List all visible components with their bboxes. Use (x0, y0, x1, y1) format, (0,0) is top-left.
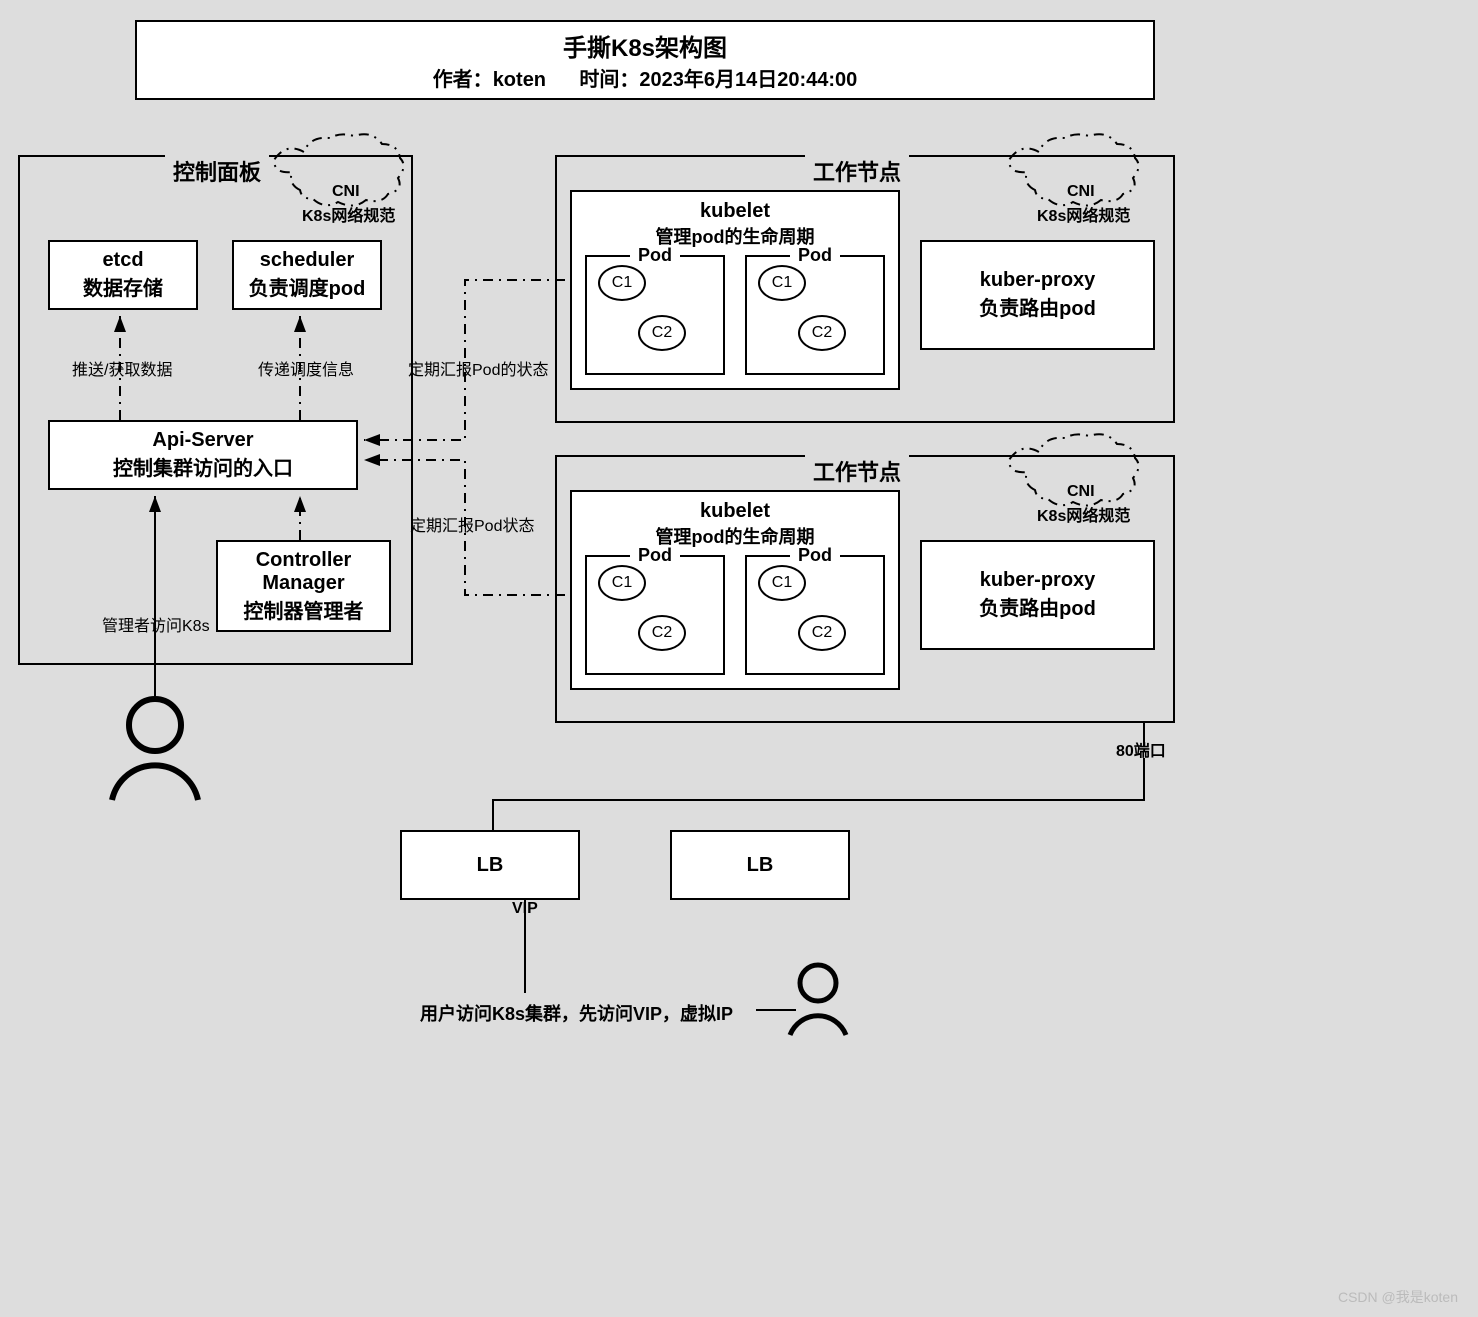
header-box: 手撕K8s架构图 作者：koten 时间：2023年6月14日20:44:00 (135, 20, 1155, 100)
ctrl-l1: Controller (256, 549, 352, 572)
pod-2a-c2: C2 (638, 615, 686, 651)
scheduler-l1: scheduler (260, 249, 354, 272)
lb2-label: LB (747, 854, 774, 877)
cni-control-l1: CNI (332, 183, 360, 201)
pod-2b-title: Pod (790, 545, 840, 566)
kubelet2-l1: kubelet (700, 500, 770, 523)
lb-box-1: LB (400, 830, 580, 900)
pod-2b-c2: C2 (798, 615, 846, 651)
kubeproxy-box-2: kuber-proxy 负责路由pod (920, 540, 1155, 650)
user-access-label: 用户访问K8s集群，先访问VIP，虚拟IP (420, 1000, 733, 1026)
header-meta: 作者：koten 时间：2023年6月14日20:44:00 (433, 63, 858, 92)
admin-arrow-label: 管理者访问K8s (102, 612, 210, 636)
cni-w1-l1: CNI (1067, 183, 1095, 201)
scheduler-box: scheduler 负责调度pod (232, 240, 382, 310)
pod-2a-title: Pod (630, 545, 680, 566)
api-l2: 控制集群访问的入口 (113, 452, 293, 481)
pod-1a-title: Pod (630, 245, 680, 266)
pod-2a-c1: C1 (598, 565, 646, 601)
pod-1a-c1: C1 (598, 265, 646, 301)
cni-control-l2: K8s网络规范 (302, 202, 395, 226)
cni-w2-l2: K8s网络规范 (1037, 502, 1130, 526)
ctrl-l3: 控制器管理者 (244, 595, 364, 624)
header-title: 手撕K8s架构图 (563, 28, 727, 63)
etcd-arrow-label: 推送/获取数据 (72, 356, 172, 380)
scheduler-arrow-label: 传递调度信息 (258, 356, 354, 380)
watermark: CSDN @我是koten (1338, 1287, 1458, 1307)
kp1-l1: kuber-proxy (980, 269, 1096, 292)
api-l1: Api-Server (152, 429, 253, 452)
pod-1b-c2: C2 (798, 315, 846, 351)
kubelet1-l1: kubelet (700, 200, 770, 223)
vip-label: VIP (508, 900, 542, 918)
lb-box-2: LB (670, 830, 850, 900)
pod-1a-c2: C2 (638, 315, 686, 351)
pod-1b-c1: C1 (758, 265, 806, 301)
kp1-l2: 负责路由pod (979, 292, 1096, 321)
pod-2b-c1: C1 (758, 565, 806, 601)
control-panel-title: 控制面板 (165, 155, 269, 187)
etcd-box: etcd 数据存储 (48, 240, 198, 310)
kubeproxy-box-1: kuber-proxy 负责路由pod (920, 240, 1155, 350)
author-value: koten (493, 69, 546, 91)
etcd-l1: etcd (102, 249, 143, 272)
kp2-l2: 负责路由pod (979, 592, 1096, 621)
etcd-l2: 数据存储 (83, 272, 163, 301)
api-server-box: Api-Server 控制集群访问的入口 (48, 420, 358, 490)
pod-1b-title: Pod (790, 245, 840, 266)
kp2-l1: kuber-proxy (980, 569, 1096, 592)
time-value: 2023年6月14日20:44:00 (639, 69, 857, 91)
author-label: 作者： (433, 69, 493, 91)
report1-label: 定期汇报Pod的状态 (408, 356, 548, 380)
cni-w2-l1: CNI (1067, 483, 1095, 501)
time-label: 时间： (579, 69, 639, 91)
ctrl-l2: Manager (262, 572, 344, 595)
scheduler-l2: 负责调度pod (249, 272, 366, 301)
worker1-title: 工作节点 (805, 155, 909, 187)
cni-w1-l2: K8s网络规范 (1037, 202, 1130, 226)
controller-box: Controller Manager 控制器管理者 (216, 540, 391, 632)
report2-label: 定期汇报Pod状态 (410, 512, 534, 536)
port80-label: 80端口 (1112, 737, 1170, 761)
worker2-title: 工作节点 (805, 455, 909, 487)
lb1-label: LB (477, 854, 504, 877)
